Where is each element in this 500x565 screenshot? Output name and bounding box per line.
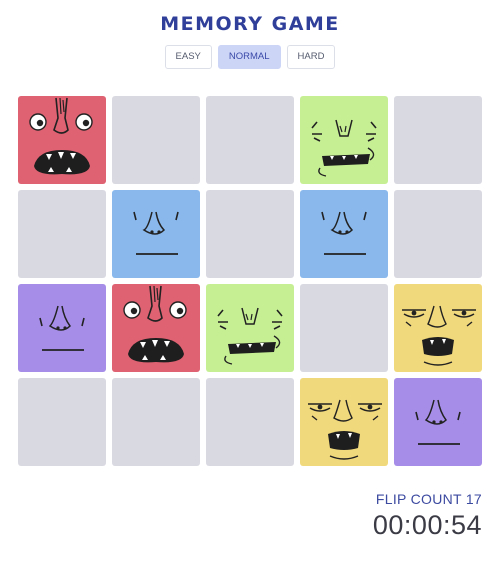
- card-face-down[interactable]: [112, 378, 200, 466]
- card-face-down[interactable]: [300, 284, 388, 372]
- card-blue-monster[interactable]: [112, 190, 200, 278]
- red-monster-icon: [123, 285, 187, 363]
- card-purple-monster[interactable]: [394, 378, 482, 466]
- card-purple-monster[interactable]: [18, 284, 106, 372]
- card-yellow-monster[interactable]: [394, 284, 482, 372]
- green-monster-icon: [311, 119, 377, 177]
- purple-monster-icon: [415, 399, 461, 445]
- green-monster-icon: [217, 307, 283, 365]
- card-face-down[interactable]: [206, 96, 294, 184]
- card-face-down[interactable]: [18, 190, 106, 278]
- yellow-monster-icon: [308, 399, 382, 460]
- game-title: MEMORY GAME: [160, 13, 340, 35]
- card-green-monster[interactable]: [300, 96, 388, 184]
- purple-monster-icon: [39, 305, 85, 351]
- difficulty-hard-button[interactable]: HARD: [286, 45, 336, 69]
- card-yellow-monster[interactable]: [300, 378, 388, 466]
- card-face-down[interactable]: [112, 96, 200, 184]
- card-blue-monster[interactable]: [300, 190, 388, 278]
- yellow-monster-icon: [402, 305, 476, 366]
- difficulty-selector: EASY NORMAL HARD: [0, 45, 500, 69]
- flip-count: FLIP COUNT 17: [375, 491, 482, 507]
- red-monster-icon: [29, 97, 93, 175]
- difficulty-normal-button[interactable]: NORMAL: [217, 45, 281, 69]
- card-face-down[interactable]: [206, 378, 294, 466]
- card-face-down[interactable]: [394, 96, 482, 184]
- card-red-monster[interactable]: [112, 284, 200, 372]
- blue-monster-icon: [133, 211, 179, 255]
- game-timer: 00:00:54: [372, 510, 482, 540]
- card-grid: [18, 96, 482, 466]
- card-red-monster[interactable]: [18, 96, 106, 184]
- card-face-down[interactable]: [394, 190, 482, 278]
- card-green-monster[interactable]: [206, 284, 294, 372]
- card-face-down[interactable]: [18, 378, 106, 466]
- difficulty-easy-button[interactable]: EASY: [164, 45, 212, 69]
- card-face-down[interactable]: [206, 190, 294, 278]
- blue-monster-icon: [321, 211, 367, 255]
